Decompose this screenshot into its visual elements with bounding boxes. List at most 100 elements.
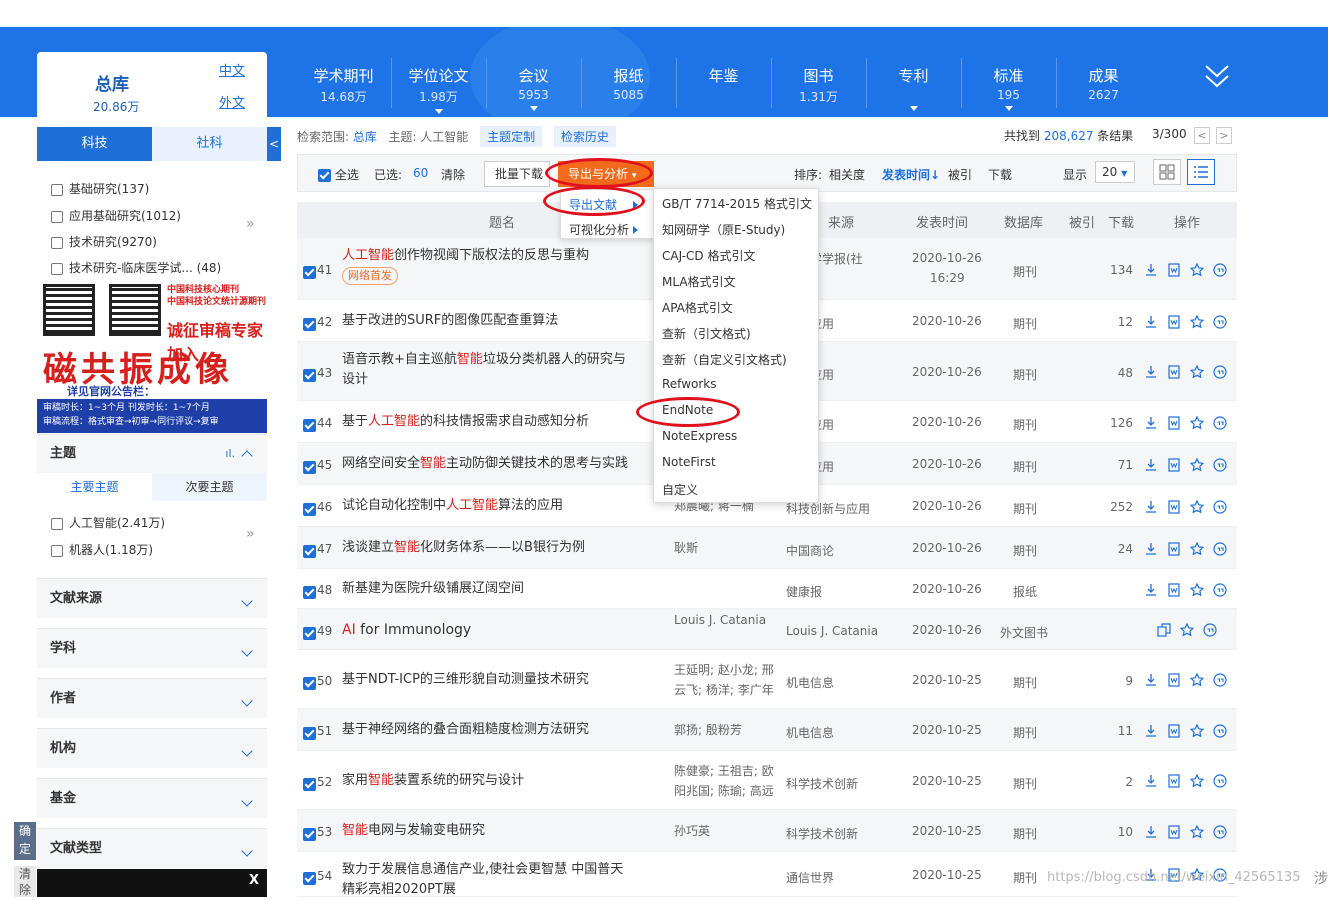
download-icon[interactable] bbox=[1144, 673, 1158, 687]
star-icon[interactable] bbox=[1189, 824, 1205, 839]
checkbox-checked[interactable] bbox=[303, 318, 316, 331]
result-title-link[interactable]: 网络空间安全智能主动防御关键技术的思考与实践 bbox=[342, 454, 652, 474]
nav-tab[interactable]: 专利 bbox=[866, 65, 961, 111]
quote-icon[interactable] bbox=[1213, 314, 1227, 329]
citation-format-item[interactable]: 查新（引文格式) bbox=[662, 325, 751, 342]
result-title-link[interactable]: 智能电网与发输变电研究 bbox=[342, 821, 652, 841]
star-icon[interactable] bbox=[1189, 582, 1205, 597]
download-icon[interactable] bbox=[1144, 263, 1158, 277]
lang-zh-link[interactable]: 中文 bbox=[219, 60, 245, 79]
source-link[interactable]: 通信世界 bbox=[786, 869, 834, 886]
tab-keji[interactable]: 科技 bbox=[37, 127, 152, 161]
star-icon[interactable] bbox=[1189, 541, 1205, 556]
tab-secondary-theme[interactable]: 次要主题 bbox=[152, 473, 267, 501]
quote-icon[interactable] bbox=[1213, 457, 1227, 472]
facet-author[interactable]: 作者 bbox=[37, 678, 267, 718]
menu-visual-analysis[interactable]: 可视化分析 bbox=[569, 221, 629, 238]
read-online-icon[interactable] bbox=[1167, 774, 1181, 788]
checkbox-checked[interactable] bbox=[303, 503, 316, 516]
authors[interactable]: 郭扬; 殷粉芳 bbox=[674, 720, 774, 740]
more-chevron-icon[interactable]: » bbox=[246, 526, 255, 542]
clear-button[interactable]: 清除 bbox=[14, 866, 36, 897]
nav-tab[interactable]: 图书 1.31万 bbox=[771, 65, 866, 105]
checkbox[interactable] bbox=[51, 236, 63, 249]
read-online-icon[interactable] bbox=[1167, 262, 1181, 277]
filter-item[interactable]: 技术研究-临床医学试... (48) bbox=[51, 259, 221, 276]
tab-sheke[interactable]: 社科 bbox=[152, 127, 267, 161]
facet-institution[interactable]: 机构 bbox=[37, 728, 267, 768]
source-link[interactable]: 中国商论 bbox=[786, 542, 834, 559]
read-online-icon[interactable] bbox=[1167, 582, 1181, 597]
confirm-button[interactable]: 确定 bbox=[14, 822, 36, 860]
star-icon[interactable] bbox=[1189, 499, 1205, 514]
download-icon[interactable] bbox=[1144, 825, 1158, 839]
quote-icon[interactable] bbox=[1213, 262, 1227, 277]
select-all[interactable]: 全选 bbox=[318, 166, 359, 183]
star-icon[interactable] bbox=[1189, 457, 1205, 472]
read-online-icon[interactable] bbox=[1167, 824, 1181, 839]
facet-source[interactable]: 文献来源 bbox=[37, 578, 267, 618]
result-title-link[interactable]: 人工智能创作物视阈下版权法的反思与重构 网络首发 bbox=[342, 246, 652, 286]
source-link[interactable]: 科学技术创新 bbox=[786, 775, 858, 792]
download-icon[interactable] bbox=[1144, 583, 1158, 597]
result-title-link[interactable]: 基于改进的SURF的图像匹配查重算法 bbox=[342, 311, 652, 331]
read-online-icon[interactable] bbox=[1167, 541, 1181, 556]
quote-icon[interactable] bbox=[1213, 824, 1227, 839]
download-icon[interactable] bbox=[1144, 458, 1158, 472]
checkbox-checked[interactable] bbox=[303, 368, 316, 382]
grid-view-icon[interactable] bbox=[1153, 159, 1181, 185]
quote-icon[interactable] bbox=[1213, 673, 1227, 687]
quote-icon[interactable] bbox=[1213, 415, 1227, 430]
checkbox-checked[interactable] bbox=[303, 545, 316, 558]
bottom-ad-banner[interactable]: X bbox=[37, 869, 267, 897]
result-title-link[interactable]: 基于人工智能的科技情报需求自动感知分析 bbox=[342, 412, 652, 432]
read-online-icon[interactable] bbox=[1167, 673, 1181, 687]
source-link[interactable]: 机电信息 bbox=[786, 674, 834, 691]
read-online-icon[interactable] bbox=[1167, 415, 1181, 430]
next-page-icon[interactable]: > bbox=[1216, 127, 1232, 144]
checkbox-checked[interactable] bbox=[303, 676, 316, 690]
citation-format-item[interactable]: MLA格式引文 bbox=[662, 273, 736, 290]
citation-format-item[interactable]: 知网研学（原E-Study) bbox=[662, 221, 785, 238]
checkbox-checked[interactable] bbox=[303, 419, 316, 432]
star-icon[interactable] bbox=[1189, 672, 1205, 687]
result-title-link[interactable]: 浅谈建立智能化财务体系——以B银行为例 bbox=[342, 538, 652, 558]
checkbox[interactable] bbox=[51, 517, 63, 530]
quote-icon[interactable] bbox=[1213, 723, 1227, 738]
authors[interactable]: 耿斯 bbox=[674, 538, 774, 558]
result-title-link[interactable]: 家用智能装置系统的研究与设计 bbox=[342, 771, 652, 791]
star-icon[interactable] bbox=[1189, 262, 1205, 277]
facet-theme[interactable]: 主题 ıl. bbox=[37, 434, 267, 474]
download-icon[interactable] bbox=[1144, 542, 1158, 556]
citation-format-item[interactable]: 查新（自定义引文格式) bbox=[662, 351, 787, 368]
page-size-select[interactable]: 20 ▼ bbox=[1095, 161, 1135, 183]
scope-value[interactable]: 总库 bbox=[353, 130, 377, 144]
quote-icon[interactable] bbox=[1213, 582, 1227, 597]
citation-format-item[interactable]: APA格式引文 bbox=[662, 299, 733, 316]
citation-format-item[interactable]: NoteFirst bbox=[662, 455, 716, 469]
quote-icon[interactable] bbox=[1213, 365, 1227, 379]
filter-item[interactable]: 技术研究(9270) bbox=[51, 233, 157, 250]
download-icon[interactable] bbox=[1144, 724, 1158, 738]
checkbox-checked[interactable] bbox=[303, 727, 316, 740]
custom-theme-button[interactable]: 主题定制 bbox=[480, 126, 543, 147]
result-title-link[interactable]: 语音示教+自主巡航智能垃圾分类机器人的研究与 设计 bbox=[342, 350, 652, 390]
search-history-button[interactable]: 检索历史 bbox=[553, 126, 616, 147]
read-online-icon[interactable] bbox=[1167, 723, 1181, 738]
read-online-icon[interactable] bbox=[1167, 457, 1181, 472]
nav-tab[interactable]: 学位论文 1.98万 bbox=[391, 65, 486, 114]
result-title-link[interactable]: 新基建为医院升级铺展辽阔空间 bbox=[342, 579, 652, 599]
batch-download-button[interactable]: 批量下载 bbox=[484, 161, 550, 187]
result-title-link[interactable]: 致力于发展信息通信产业,使社会更智慧 中国普天 精彩亮相2020PT展 bbox=[342, 860, 652, 900]
nav-expand-chevron-icon[interactable] bbox=[1204, 62, 1230, 92]
star-icon[interactable] bbox=[1189, 415, 1205, 430]
tab-main-theme[interactable]: 主要主题 bbox=[37, 473, 152, 501]
quote-icon[interactable] bbox=[1203, 623, 1217, 637]
sort-date[interactable]: 发表时间↓ bbox=[882, 166, 940, 183]
citation-format-item[interactable]: GB/T 7714-2015 格式引文 bbox=[662, 195, 812, 212]
download-icon[interactable] bbox=[1144, 500, 1158, 514]
star-icon[interactable] bbox=[1189, 723, 1205, 738]
chevron-up-icon[interactable] bbox=[241, 450, 253, 462]
quote-icon[interactable] bbox=[1213, 774, 1227, 788]
more-chevron-icon[interactable]: » bbox=[246, 216, 255, 232]
